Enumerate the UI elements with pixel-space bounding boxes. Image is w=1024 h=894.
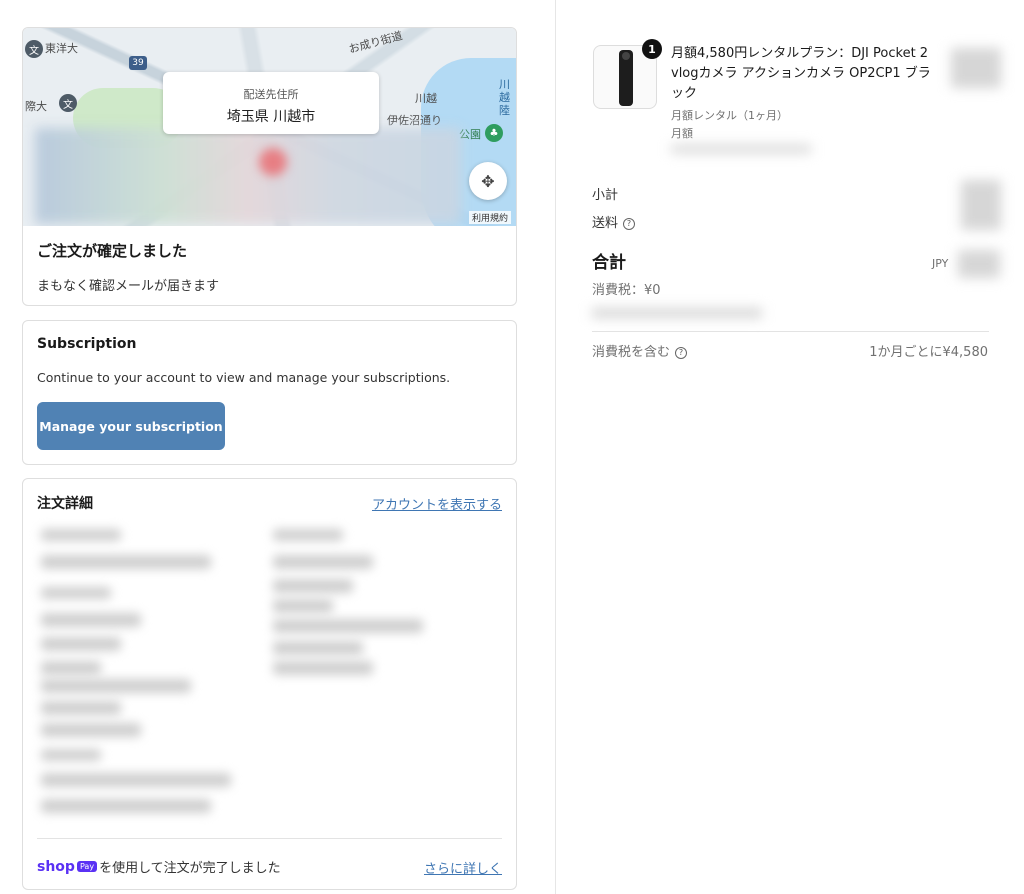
redacted-billing-address [273,599,333,613]
map-redacted-area [35,128,461,224]
address-popup-address: 埼玉県 川越市 [226,109,316,125]
product-plan: 月額レンタル（1ヶ月） [671,109,788,122]
address-popup: 配送先住所 埼玉県 川越市 [163,72,379,134]
address-popup-title: 配送先住所 [243,88,299,101]
confirmation-message: まもなく確認メールが届きます [37,279,220,294]
park-icon: ♣ [485,124,503,142]
redacted-contact-info [41,555,211,569]
subscription-title: Subscription [37,336,137,352]
route-badge: 39 [129,56,147,70]
university-icon-2: 文 [59,94,77,112]
divider [37,838,502,839]
map-label-kawagoe: 川越 [415,92,437,105]
shipping-label: 送料 [592,216,619,231]
redacted-billing-address [273,661,373,675]
redacted-payment-info [273,529,343,541]
redacted-shipping-address [41,587,111,599]
map-terms-link[interactable]: 利用規約 [469,211,512,224]
redacted-billing-address [273,641,363,655]
shop-pay-text: を使用して注文が完了しました [99,861,281,876]
confirmation-title: ご注文が確定しました [37,242,188,260]
redacted-shipping-address [41,637,121,651]
order-status-panel: 文 東洋大 39 際大 文 お成り街道 川越 川越陸 伊佐沼通り 公園 ♣ 配送… [0,0,555,894]
university-icon: 文 [25,40,43,58]
redacted-subtotal-value [961,180,1001,230]
currency-label: JPY [932,257,949,270]
redacted-shipping-method [41,749,101,761]
help-icon[interactable]: ? [675,346,688,359]
map-label-park: 公園 [459,128,481,141]
confirmation-card: 文 東洋大 39 際大 文 お成り街道 川越 川越陸 伊佐沼通り 公園 ♣ 配送… [22,27,517,306]
quantity-badge: 1 [642,39,662,59]
map-label-kawagoe-riku: 川越陸 [499,78,510,117]
tax-included-label: 消費税を含む [592,345,671,360]
total-label: 合計 [592,253,626,273]
redacted-shipping-address [41,723,141,737]
recurring-price: 1か月ごとに¥4,580 [869,345,988,360]
map-pin-icon [259,148,287,176]
shop-pay-notice: shop Pay を使用して注文が完了しました [37,857,281,877]
confirmation-text: ご注文が確定しました まもなく確認メールが届きます [37,240,219,294]
redacted-shipping-address [41,613,141,627]
shipping-row: 送料? [592,212,636,231]
subscription-description: Continue to your account to view and man… [37,370,451,385]
order-details-title: 注文詳細 [37,496,93,512]
order-details-card: 注文詳細 アカウントを表示する shop Pay を使用して注文が完了しました … [22,478,517,890]
redacted-total-value [958,250,1000,278]
manage-subscription-button[interactable]: Manage your subscription [37,402,225,450]
redacted-product-meta [671,145,811,153]
divider [592,331,989,332]
delivery-map[interactable]: 文 東洋大 39 際大 文 お成り街道 川越 川越陸 伊佐沼通り 公園 ♣ 配送… [23,28,516,226]
redacted-billing-address [273,579,353,593]
order-summary-panel: 1 月額4,580円レンタルプラン：DJI Pocket 2 vlogカメラ ア… [555,0,1024,894]
shop-pay-badge: Pay [76,861,98,872]
shop-logo: shop [37,858,75,875]
redacted-shipping-address [41,679,191,693]
redacted-shipping-method [41,799,211,813]
redacted-billing-address [273,619,423,633]
redacted-shipping-address [41,701,121,715]
map-label-saiin: 際大 [25,100,47,113]
product-name: 月額4,580円レンタルプラン：DJI Pocket 2 vlogカメラ アクシ… [671,46,931,101]
redacted-shipping-address [41,661,101,675]
map-label-isanuma: 伊佐沼通り [387,114,442,127]
redacted-product-price [951,48,1001,88]
redacted-payment-info [273,555,373,569]
learn-more-link[interactable]: さらに詳しく [424,858,502,877]
camera-lens [622,52,630,60]
subtotal-label: 小計 [592,188,619,203]
redacted-contact-info [41,529,121,541]
tax-line: 消費税：¥0 [592,283,661,298]
view-account-link[interactable]: アカウントを表示する [372,494,502,513]
redacted-note [592,308,762,318]
map-label-toyo: 東洋大 [45,42,78,55]
product-billing: 月額 [671,127,693,140]
subscription-card: Subscription Continue to your account to… [22,320,517,465]
help-icon[interactable]: ? [623,217,636,230]
redacted-shipping-method [41,773,231,787]
recenter-icon[interactable]: ✥ [469,162,507,200]
tax-included-row: 消費税を含む? [592,341,688,360]
